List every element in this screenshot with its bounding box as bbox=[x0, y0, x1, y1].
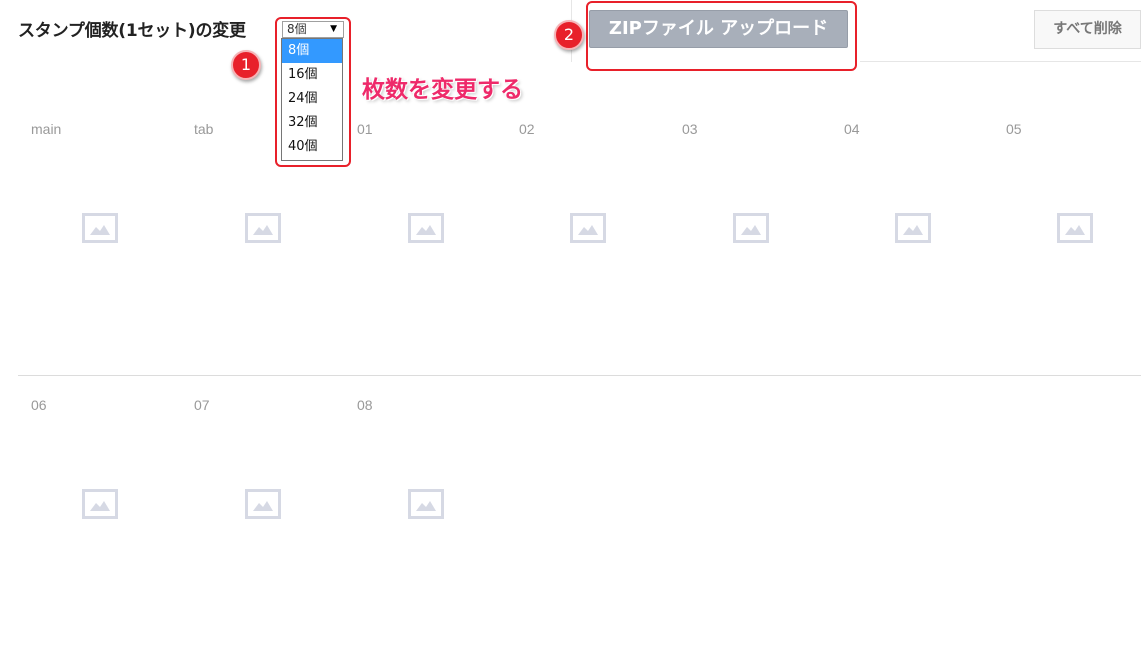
image-placeholder-icon[interactable] bbox=[895, 213, 931, 243]
stamp-slot-label: tab bbox=[194, 121, 214, 137]
stamp-slot-01: 01 bbox=[357, 121, 507, 351]
stamp-slot-08: 08 bbox=[357, 397, 507, 627]
stamp-slot-07: 07 bbox=[194, 397, 344, 627]
image-placeholder-icon[interactable] bbox=[408, 213, 444, 243]
stamp-slot-05: 05 bbox=[1006, 121, 1141, 351]
row-divider bbox=[18, 375, 1141, 376]
highlight-box-zip bbox=[586, 1, 857, 71]
stamp-slot-label: 03 bbox=[682, 121, 698, 137]
stamp-slot-03: 03 bbox=[682, 121, 832, 351]
delete-all-button[interactable]: すべて削除 bbox=[1034, 10, 1141, 49]
stamp-slot-label: 01 bbox=[357, 121, 373, 137]
stamp-slot-label: 05 bbox=[1006, 121, 1022, 137]
step-badge-1: 1 bbox=[231, 50, 261, 80]
header-bottom-line bbox=[860, 61, 1141, 62]
image-placeholder-icon[interactable] bbox=[245, 213, 281, 243]
stamp-slot-04: 04 bbox=[844, 121, 994, 351]
step-badge-2: 2 bbox=[554, 20, 584, 50]
stamp-slot-06: 06 bbox=[31, 397, 181, 627]
image-placeholder-icon[interactable] bbox=[408, 489, 444, 519]
stamp-slot-label: 07 bbox=[194, 397, 210, 413]
page-title: スタンプ個数(1セット)の変更 bbox=[18, 21, 246, 41]
stamp-slot-label: 02 bbox=[519, 121, 535, 137]
image-placeholder-icon[interactable] bbox=[82, 213, 118, 243]
callout-text: 枚数を変更する bbox=[362, 77, 523, 103]
stamp-slot-label: 08 bbox=[357, 397, 373, 413]
image-placeholder-icon[interactable] bbox=[82, 489, 118, 519]
stamp-slot-02: 02 bbox=[519, 121, 669, 351]
image-placeholder-icon[interactable] bbox=[733, 213, 769, 243]
stamp-slot-label: main bbox=[31, 121, 62, 137]
stamp-slot-tab: tab bbox=[194, 121, 344, 351]
image-placeholder-icon[interactable] bbox=[1057, 213, 1093, 243]
image-placeholder-icon[interactable] bbox=[245, 489, 281, 519]
stamp-slot-main: main bbox=[31, 121, 181, 351]
stamp-slot-label: 06 bbox=[31, 397, 47, 413]
stamp-slot-label: 04 bbox=[844, 121, 860, 137]
image-placeholder-icon[interactable] bbox=[570, 213, 606, 243]
